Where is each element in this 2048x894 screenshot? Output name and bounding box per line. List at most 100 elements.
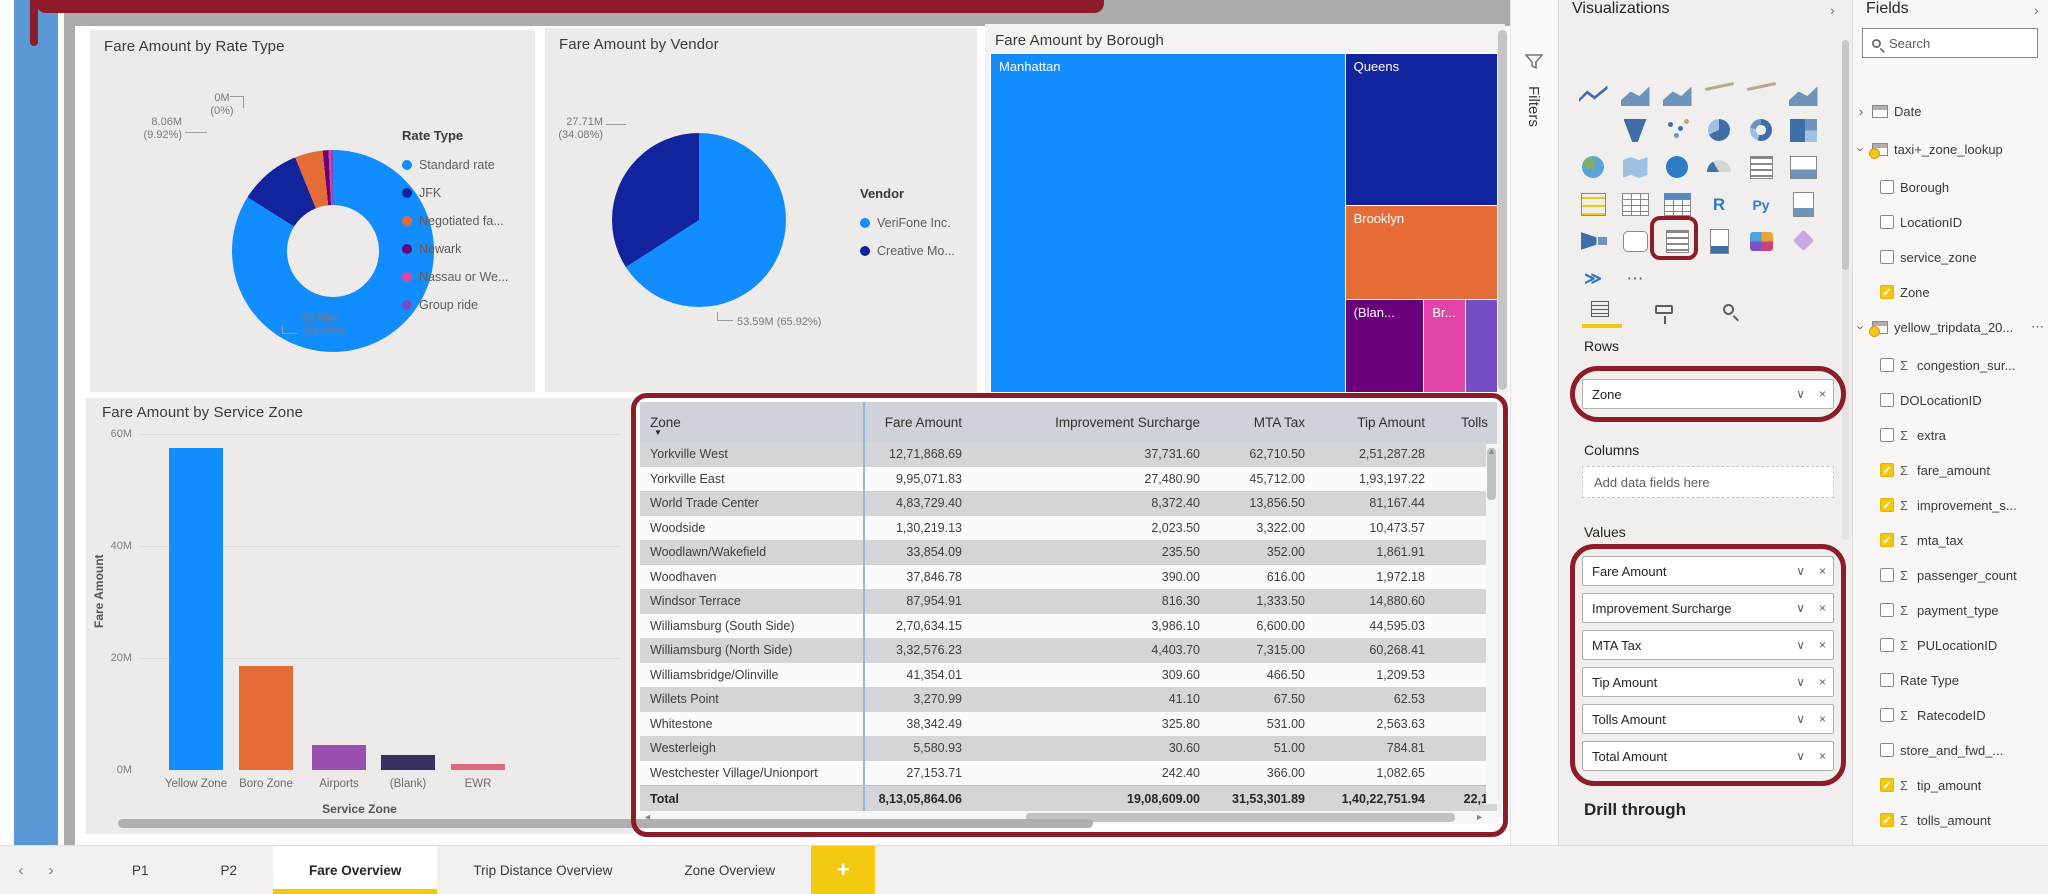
field-checkbox-checked[interactable] (1880, 463, 1894, 477)
power-apps-icon[interactable] (1740, 223, 1782, 260)
visual-fare-by-service-zone[interactable]: Fare Amount by Service Zone 0M 20M 40M 60M Y… (86, 398, 633, 834)
treemap-chart[interactable]: Manhattan Queens Brooklyn (Blan... Br... (990, 52, 1500, 393)
chevron-down-icon[interactable]: ∨ (1789, 749, 1812, 763)
line-and-clustered-column-chart-icon[interactable] (1740, 75, 1782, 112)
field-checkbox[interactable] (1880, 358, 1894, 372)
get-more-visuals-icon[interactable] (1614, 260, 1656, 297)
smart-narrative-icon[interactable] (1656, 223, 1698, 260)
canvas-horizontal-scrollbar[interactable] (118, 819, 1093, 828)
field-checkbox-checked[interactable] (1880, 498, 1894, 512)
field-checkbox[interactable] (1880, 638, 1894, 652)
bar[interactable] (381, 755, 435, 770)
remove-field-icon[interactable]: × (1812, 601, 1833, 615)
fields-field-item[interactable]: service_zone (1856, 242, 2046, 272)
100-stacked-column-chart-icon[interactable] (1782, 38, 1824, 75)
treemap-block[interactable]: Manhattan (990, 53, 1347, 393)
field-checkbox[interactable] (1880, 568, 1894, 582)
chevron-down-icon[interactable]: ∨ (1789, 675, 1812, 689)
fields-field-item[interactable]: Σ RatecodeID (1856, 700, 2046, 730)
fields-field-item[interactable]: Σpassenger_count (1856, 560, 2046, 590)
stacked-area-chart-icon[interactable] (1656, 75, 1698, 112)
table-row[interactable]: Whitestone 38,342.49 325.80 531.00 2,563.63 (640, 711, 1498, 736)
treemap-block[interactable]: Brooklyn (1344, 205, 1500, 301)
bar[interactable] (451, 763, 505, 770)
fields-field-item[interactable]: Σtolls_amount (1856, 805, 2046, 835)
new-page-button[interactable]: + (811, 846, 876, 894)
collapse-fields-pane-icon[interactable]: › (2034, 2, 2039, 18)
gauge-icon[interactable] (1698, 149, 1740, 186)
legend-item[interactable]: VeriFone Inc. (860, 209, 972, 237)
line-chart-icon[interactable] (1572, 75, 1614, 112)
multi-row-card-icon[interactable] (1740, 149, 1782, 186)
sort-descending-icon[interactable]: ▼ (654, 428, 662, 437)
collapse-pane-icon[interactable]: › (1830, 2, 1835, 18)
donut-chart-icon[interactable] (1740, 112, 1782, 149)
clustered-bar-chart-icon[interactable] (1656, 38, 1698, 75)
expand-icon[interactable]: › (1856, 104, 1866, 119)
map-icon[interactable] (1572, 149, 1614, 186)
chevron-down-icon[interactable]: ∨ (1789, 601, 1812, 615)
line-and-stacked-column-chart-icon[interactable] (1698, 75, 1740, 112)
table-row[interactable]: Woodhaven 37,846.78 390.00 616.00 1,972.18 (640, 564, 1498, 589)
field-checkbox[interactable] (1880, 393, 1894, 407)
funnel-chart-icon[interactable] (1614, 112, 1656, 149)
table-header-row[interactable]: Zone Fare Amount Improvement Surcharge MTA … (640, 402, 1498, 442)
collapse-icon[interactable]: › (1854, 144, 1869, 154)
page-tab-zone-overview[interactable]: Zone Overview (648, 846, 811, 894)
legend-item[interactable]: Standard rate (402, 151, 530, 179)
remove-field-icon[interactable]: × (1812, 564, 1833, 578)
table-header-cell[interactable]: Zone (640, 402, 865, 442)
fields-field-item[interactable]: Σimprovement_s... (1856, 490, 2046, 520)
matrix-visual[interactable]: Zone Fare Amount Improvement Surcharge MTA … (640, 402, 1498, 826)
chevron-down-icon[interactable]: ∨ (1789, 387, 1812, 401)
table-vertical-scrollbar[interactable] (1486, 444, 1497, 804)
legend-item[interactable]: Negotiated fa... (402, 207, 530, 235)
waterfall-chart-icon[interactable] (1572, 112, 1614, 149)
table-row[interactable]: Windsor Terrace 87,954.91 816.30 1,333.50 14… (640, 589, 1498, 614)
values-pill[interactable]: Tip Amount ∨ × (1582, 667, 1834, 697)
values-pill[interactable]: Tolls Amount ∨ × (1582, 704, 1834, 734)
format-subtab[interactable] (1646, 296, 1682, 324)
page-tab-p1[interactable]: P1 (96, 846, 185, 894)
field-checkbox-checked[interactable] (1880, 813, 1894, 827)
chevron-down-icon[interactable]: ∨ (1789, 712, 1812, 726)
field-checkbox[interactable] (1880, 673, 1894, 687)
next-page-icon[interactable]: › (36, 846, 66, 894)
fields-table-item[interactable]: › taxi+_zone_lookup (1854, 134, 2046, 164)
field-checkbox[interactable] (1880, 180, 1894, 194)
table-header-cell[interactable]: Improvement Surcharge (972, 415, 1210, 430)
fields-field-item[interactable]: Σmta_tax (1856, 525, 2046, 555)
table-header-cell[interactable]: MTA Tax (1210, 415, 1315, 430)
bar-chart[interactable]: 0M 20M 40M 60M Yellow Zone Boro Zone Airports(… (86, 398, 633, 834)
table-row[interactable]: Woodlawn/Wakefield 33,854.09 235.50 352.00 1… (640, 540, 1498, 565)
stacked-bar-chart-icon[interactable] (1572, 38, 1614, 75)
visual-fare-by-borough[interactable]: Fare Amount by Borough Manhattan Queens Br… (985, 24, 1505, 398)
values-pill[interactable]: Fare Amount ∨ × (1582, 556, 1834, 586)
field-checkbox[interactable] (1880, 250, 1894, 264)
field-checkbox[interactable] (1880, 708, 1894, 722)
fields-field-item[interactable]: Σtip_amount (1856, 770, 2046, 800)
key-influencers-icon[interactable] (1572, 223, 1614, 260)
scroll-right-icon[interactable]: ► (1475, 812, 1484, 822)
remove-field-icon[interactable]: × (1812, 712, 1833, 726)
fields-subtab[interactable] (1582, 296, 1618, 322)
fields-search-input[interactable]: Search (1862, 28, 2038, 58)
treemap-block[interactable]: Queens (1344, 52, 1500, 207)
legend-item[interactable]: Group ride (402, 291, 530, 319)
field-checkbox[interactable] (1880, 603, 1894, 617)
pie-chart-icon[interactable] (1698, 112, 1740, 149)
fields-field-item[interactable]: DOLocationID (1856, 385, 2046, 415)
fields-field-item[interactable]: Borough (1856, 172, 2046, 202)
azure-map-icon[interactable] (1656, 149, 1698, 186)
remove-field-icon[interactable]: × (1812, 638, 1833, 652)
table-header-cell[interactable]: Tolls (1435, 415, 1498, 430)
paginated-report-icon[interactable] (1782, 186, 1824, 223)
fields-table-item[interactable]: › Date (1856, 96, 2046, 126)
table-row[interactable]: Woodside 1,30,219.13 2,023.50 3,322.00 10,47… (640, 515, 1498, 540)
visual-fare-by-vendor[interactable]: Fare Amount by Vendor 27.71M (34.08%) 53.… (545, 28, 977, 392)
scatter-chart-icon[interactable] (1656, 112, 1698, 149)
chevron-down-icon[interactable]: ∨ (1789, 564, 1812, 578)
stacked-column-chart-icon[interactable] (1614, 38, 1656, 75)
legend-item[interactable]: JFK (402, 179, 530, 207)
values-pill[interactable]: Improvement Surcharge ∨ × (1582, 593, 1834, 623)
